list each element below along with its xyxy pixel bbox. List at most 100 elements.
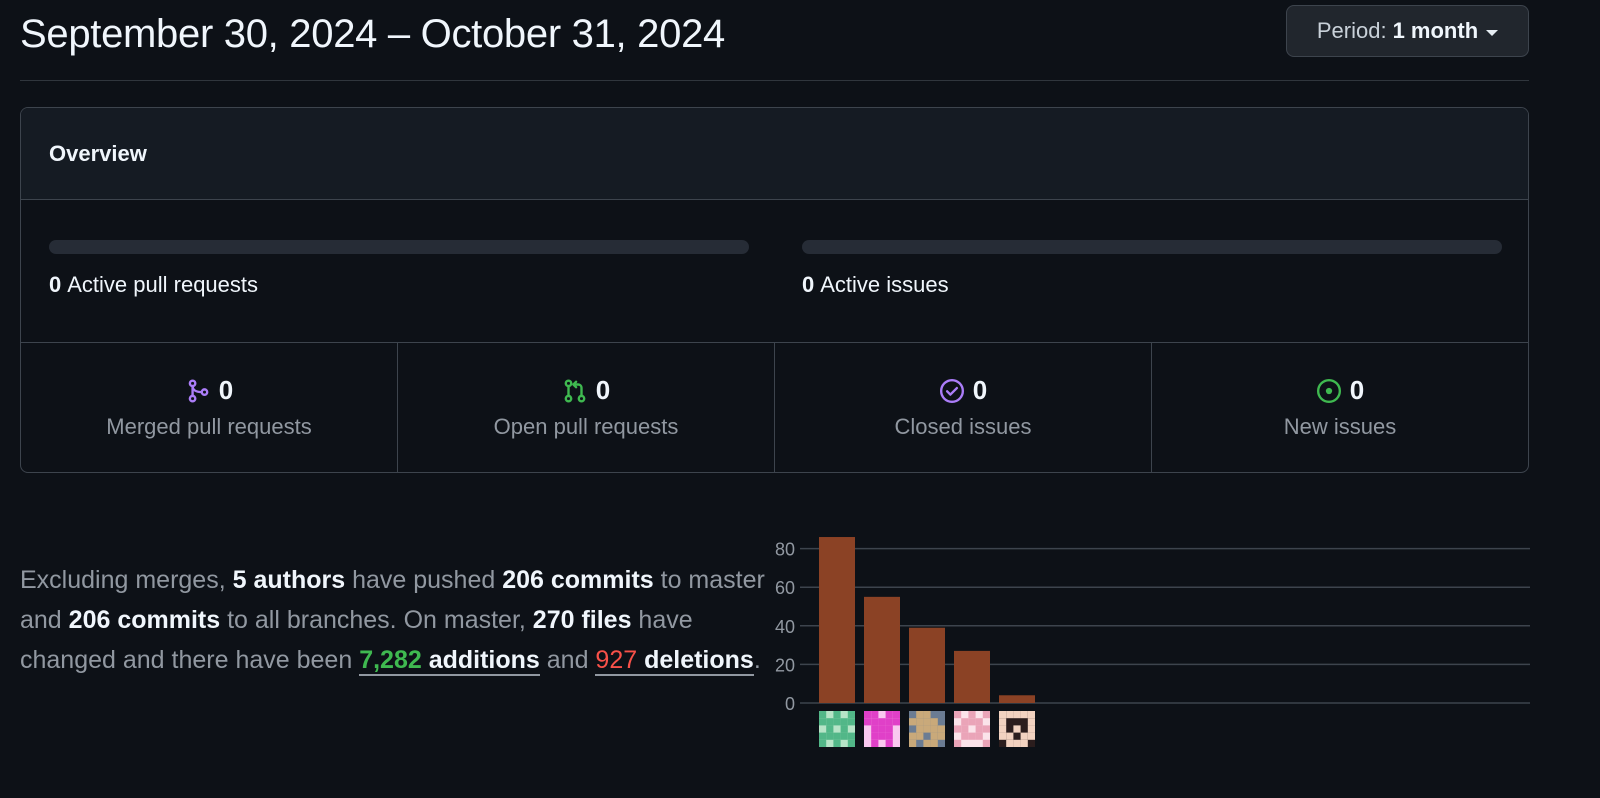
y-tick-label: 0 [785, 694, 795, 714]
stat-closed-issues[interactable]: 0 Closed issues [775, 343, 1152, 472]
y-tick-label: 80 [775, 540, 795, 560]
avatar-pixel [999, 725, 1007, 733]
period-dropdown-button[interactable]: Period: 1 month [1286, 5, 1529, 57]
avatar-pixel [826, 718, 834, 726]
stat-new-issues[interactable]: 0 New issues [1152, 343, 1528, 472]
avatar-pixel [892, 718, 900, 726]
avatar-pixel [954, 739, 962, 747]
avatar-pixel [833, 718, 841, 726]
merged-prs-label: Merged pull requests [106, 414, 312, 439]
period-label: Period: [1316, 18, 1387, 43]
overview-header: Overview [21, 108, 1528, 200]
stat-merged-prs[interactable]: 0 Merged pull requests [21, 343, 398, 472]
closed-issues-count: 0 [972, 375, 988, 405]
avatar-pixel [975, 732, 983, 740]
avatar-pixel [930, 725, 938, 733]
active-prs-label: Active pull requests [67, 272, 259, 297]
active-prs-link[interactable]: 0 Active pull requests [49, 272, 749, 298]
avatar-pixel [975, 725, 983, 733]
commit-summary: Excluding merges, 5 authors have pushed … [20, 560, 770, 680]
active-issues-link[interactable]: 0 Active issues [802, 272, 1502, 298]
avatar-pixel [1020, 739, 1028, 747]
avatar-pixel [961, 732, 969, 740]
bar [864, 596, 900, 703]
avatar-pixel [871, 725, 879, 733]
active-prs-section: 0 Active pull requests [49, 240, 749, 298]
bar [999, 695, 1035, 703]
avatar-pixel [1013, 725, 1021, 733]
bar [819, 537, 855, 703]
avatar-pixel [1027, 711, 1035, 719]
contributor-pulse-page: September 30, 2024 – October 31, 2024 Pe… [0, 0, 1600, 798]
avatar-pixel [909, 718, 917, 726]
open-prs-label: Open pull requests [493, 414, 679, 439]
git-pull-request-icon [562, 378, 588, 404]
avatar-pixel [885, 718, 893, 726]
chevron-down-icon [1486, 29, 1499, 36]
avatar-pixel [871, 718, 879, 726]
issue-closed-icon [939, 378, 965, 404]
avatar-pixel [1020, 732, 1028, 740]
y-tick-label: 60 [775, 578, 795, 598]
avatar-pixel [1006, 711, 1014, 719]
additions-link[interactable]: 7,282 additions [359, 646, 540, 676]
avatar-pixel [885, 739, 893, 747]
avatar-pixel [1027, 732, 1035, 740]
date-range-title: September 30, 2024 – October 31, 2024 [20, 12, 725, 56]
avatar-pixel [916, 732, 924, 740]
additions-word: additions [421, 646, 540, 674]
avatar-pixel [999, 718, 1007, 726]
avatar-pixel [1006, 732, 1014, 740]
avatar-pixel [909, 739, 917, 747]
avatar-pixel [1027, 718, 1035, 726]
avatar-pixel [999, 711, 1007, 719]
avatar-pixel [968, 732, 976, 740]
period-value: 1 month [1392, 18, 1479, 43]
summary-text: . [753, 646, 761, 674]
avatar-pixel [916, 711, 924, 719]
avatar-pixel [954, 725, 962, 733]
avatar-pixel [833, 711, 841, 719]
active-prs-count: 0 [49, 272, 62, 297]
avatar-pixel [864, 711, 872, 719]
avatar-pixel [864, 718, 872, 726]
avatar-pixel [840, 725, 848, 733]
active-issues-bar [802, 240, 1502, 254]
avatar-pixel [847, 711, 855, 719]
avatar-pixel [819, 718, 827, 726]
avatar-pixel [954, 711, 962, 719]
merged-prs-count: 0 [218, 375, 234, 405]
overview-stats: 0 Merged pull requests 0 Open pull reque… [21, 343, 1528, 472]
pulse-header: September 30, 2024 – October 31, 2024 Pe… [20, 0, 1529, 81]
stat-open-prs[interactable]: 0 Open pull requests [398, 343, 775, 472]
avatar-pixel [847, 739, 855, 747]
avatar-pixel [923, 711, 931, 719]
avatar-pixel [1006, 739, 1014, 747]
avatar-pixel [826, 732, 834, 740]
new-issues-count: 0 [1349, 375, 1365, 405]
avatar-pixel [982, 725, 990, 733]
commits-by-author-chart: 0 20 40 60 80 [775, 537, 1530, 747]
avatar-pixel [968, 718, 976, 726]
avatar-pixel [871, 739, 879, 747]
avatar-pixel [878, 732, 886, 740]
overview-title: Overview [49, 140, 147, 166]
deletions-link[interactable]: 927 deletions [595, 646, 754, 676]
commits-master-count: 206 commits [502, 566, 654, 594]
summary-text: to all branches. On master, [220, 606, 533, 634]
avatar-pixel [878, 725, 886, 733]
avatar-pixel [923, 739, 931, 747]
y-tick-label: 40 [775, 617, 795, 637]
overview-panel: Overview 0 Active pull requests 0 Active i… [20, 107, 1529, 473]
avatar-pixel [819, 739, 827, 747]
y-tick-label: 20 [775, 655, 795, 675]
avatar-pixel [961, 725, 969, 733]
avatar-pixel [885, 732, 893, 740]
avatar-pixel [1020, 711, 1028, 719]
avatar-pixel [916, 718, 924, 726]
git-merge-icon [185, 378, 211, 404]
avatar-pixel [847, 718, 855, 726]
avatar-pixel [999, 732, 1007, 740]
avatar-pixel [923, 725, 931, 733]
avatar-pixel [819, 732, 827, 740]
